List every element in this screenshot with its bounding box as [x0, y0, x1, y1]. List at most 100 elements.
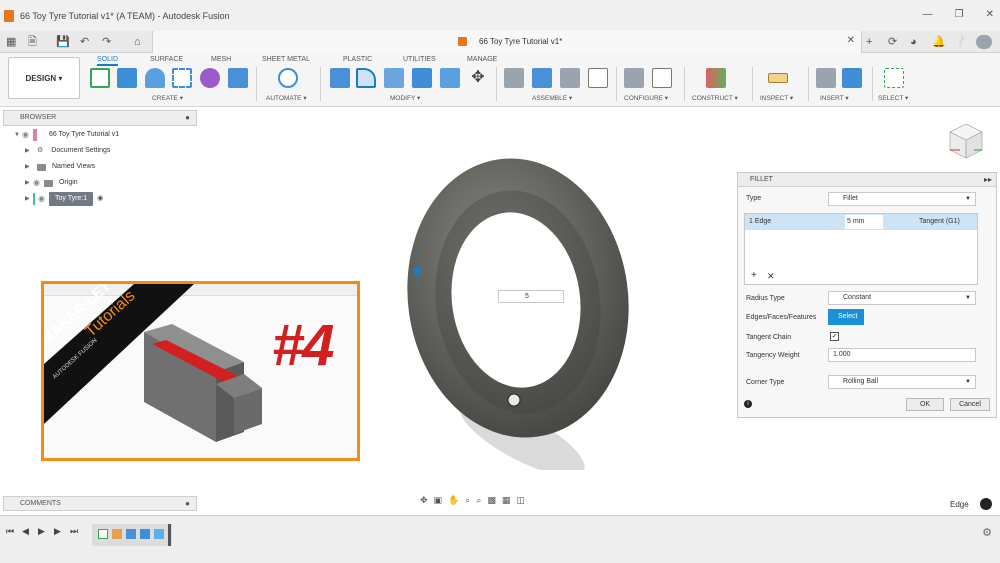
automate-icon[interactable]	[278, 68, 298, 88]
timeline-marker[interactable]	[168, 524, 171, 546]
edge-continuity-label[interactable]: Tangent (G1)	[919, 214, 960, 230]
extrude-icon[interactable]	[117, 68, 137, 88]
file-icon[interactable]: 🗎	[28, 35, 37, 49]
comments-pin-icon[interactable]: ●	[185, 497, 190, 510]
go-to-end-icon[interactable]: ⏭	[70, 526, 78, 537]
combine-icon[interactable]	[440, 68, 460, 88]
radius-type-select[interactable]: Constant ▼	[828, 291, 976, 305]
save-icon[interactable]: 💾	[56, 35, 70, 49]
document-tab[interactable]: 66 Toy Tyre Tutorial v1* ✕	[152, 31, 862, 53]
tab-sheet-metal[interactable]: SHEET METAL	[262, 56, 310, 63]
insert-image-icon[interactable]	[842, 68, 862, 88]
form-icon[interactable]	[200, 68, 220, 88]
cancel-button[interactable]: Cancel	[950, 398, 990, 411]
modify-group-label[interactable]: MODIFY ▾	[390, 94, 420, 102]
tree-row-named-views[interactable]: ▶ Named Views	[25, 160, 95, 174]
configuration-table-icon[interactable]	[652, 68, 672, 88]
window-select-icon[interactable]	[884, 68, 904, 88]
selection-filter-icon[interactable]	[980, 498, 992, 510]
tab-close-icon[interactable]: ✕	[847, 35, 855, 46]
step-forward-icon[interactable]: ▶	[54, 526, 61, 537]
visibility-icon[interactable]: ◉	[38, 192, 45, 206]
visibility-hidden-icon[interactable]: ◉	[33, 176, 40, 190]
browser-pin-icon[interactable]: ●	[185, 111, 190, 125]
tree-row-origin[interactable]: ▶ ◉ Origin	[25, 176, 78, 190]
configure-group-label[interactable]: CONFIGURE ▾	[624, 94, 668, 102]
as-built-joint-icon[interactable]	[560, 68, 580, 88]
visibility-icon[interactable]: ◉	[22, 128, 29, 142]
notifications-icon[interactable]: 🔔	[932, 35, 946, 49]
undo-icon[interactable]: ↶	[80, 35, 89, 49]
measure-icon[interactable]	[768, 73, 788, 83]
avatar[interactable]	[976, 35, 992, 49]
go-to-start-icon[interactable]: ⏮	[6, 526, 14, 537]
caret-right-icon[interactable]: ▶	[25, 176, 33, 190]
tangent-chain-checkbox[interactable]: ✓	[830, 332, 839, 341]
tab-plastic[interactable]: PLASTIC	[343, 56, 372, 63]
inline-radius-input[interactable]: 5	[498, 290, 564, 303]
revolve-icon[interactable]	[145, 68, 165, 88]
new-tab-icon[interactable]: +	[866, 35, 872, 49]
inspect-group-label[interactable]: INSPECT ▾	[760, 94, 793, 102]
grid-settings-icon[interactable]: ▦	[502, 495, 511, 511]
timeline-fillet-icon[interactable]	[126, 529, 136, 539]
expand-icon[interactable]: ▸▸	[984, 175, 992, 184]
create-group-label[interactable]: CREATE ▾	[152, 94, 183, 102]
caret-right-icon[interactable]: ▶	[25, 144, 33, 158]
look-at-icon[interactable]: ▣	[434, 495, 443, 511]
select-group-label[interactable]: SELECT ▾	[878, 94, 908, 102]
zoom-icon[interactable]: ⌕	[465, 495, 470, 511]
tab-solid[interactable]: SOLID	[97, 56, 119, 66]
automate-group-label[interactable]: AUTOMATE ▾	[266, 94, 307, 102]
tab-utilities[interactable]: UTILITIES	[403, 56, 436, 63]
move-icon[interactable]: ✥	[468, 68, 488, 88]
caret-down-icon[interactable]: ▼	[14, 128, 22, 142]
job-status-icon[interactable]: ◕	[910, 35, 917, 49]
joint-icon[interactable]	[532, 68, 552, 88]
construct-group-label[interactable]: CONSTRUCT ▾	[692, 94, 738, 102]
configure-icon[interactable]	[624, 68, 644, 88]
home-icon[interactable]: ⌂	[134, 35, 141, 49]
tab-manage[interactable]: MANAGE	[467, 56, 497, 63]
shell-icon[interactable]	[412, 68, 432, 88]
maximize-icon[interactable]: ❐	[955, 9, 964, 20]
select-edges-button[interactable]: Select	[828, 309, 864, 325]
timeline-feature-icon[interactable]	[140, 529, 150, 539]
tangency-weight-input[interactable]: 1.000	[828, 348, 976, 362]
tree-row-toy-tyre[interactable]: ▶ ◉ Toy Tyre:1 ◉	[25, 192, 103, 206]
orbit-icon[interactable]: ✥	[420, 495, 428, 511]
step-back-icon[interactable]: ◀	[22, 526, 29, 537]
bill-of-materials-icon[interactable]	[588, 68, 608, 88]
display-settings-icon[interactable]: ▩	[487, 495, 496, 511]
sweep-icon[interactable]	[172, 68, 192, 88]
tree-row-root[interactable]: ▼ ◉ 66 Toy Tyre Tutorial v1	[14, 128, 119, 142]
minimize-icon[interactable]: —	[923, 9, 933, 20]
redo-icon[interactable]: ↷	[102, 35, 111, 49]
ok-button[interactable]: OK	[906, 398, 944, 411]
timeline-settings-icon[interactable]: ⚙	[982, 526, 992, 539]
close-icon[interactable]: ✕	[986, 9, 994, 20]
tyre-model[interactable]	[380, 150, 640, 470]
press-pull-icon[interactable]	[330, 68, 350, 88]
tab-surface[interactable]: SURFACE	[150, 56, 183, 63]
assemble-group-label[interactable]: ASSEMBLE ▾	[532, 94, 572, 102]
insert-derive-icon[interactable]	[816, 68, 836, 88]
add-edge-icon[interactable]: +	[751, 270, 757, 281]
tree-row-document-settings[interactable]: ▶ ⚙ Document Settings	[25, 144, 110, 158]
help-icon[interactable]: ❔	[953, 35, 967, 49]
caret-right-icon[interactable]: ▶	[25, 192, 33, 206]
timeline-sketch-icon[interactable]	[98, 529, 108, 539]
viewports-icon[interactable]: ◫	[516, 495, 525, 511]
info-icon[interactable]: i	[744, 400, 752, 408]
edge-radius-input[interactable]: 5 mm	[845, 215, 883, 229]
new-component-icon[interactable]	[504, 68, 524, 88]
app-grid-icon[interactable]: ▦	[6, 35, 16, 49]
comments-panel-header[interactable]: COMMENTS ●	[3, 496, 197, 511]
extensions-icon[interactable]: ⟳	[888, 35, 897, 49]
box-icon[interactable]	[228, 68, 248, 88]
type-select[interactable]: Fillet ▼	[828, 192, 976, 206]
timeline-feature-icon[interactable]	[154, 529, 164, 539]
pan-icon[interactable]: ✋	[448, 495, 459, 511]
create-sketch-icon[interactable]	[90, 68, 110, 88]
workspace-switcher-button[interactable]: DESIGN ▾	[8, 57, 80, 99]
